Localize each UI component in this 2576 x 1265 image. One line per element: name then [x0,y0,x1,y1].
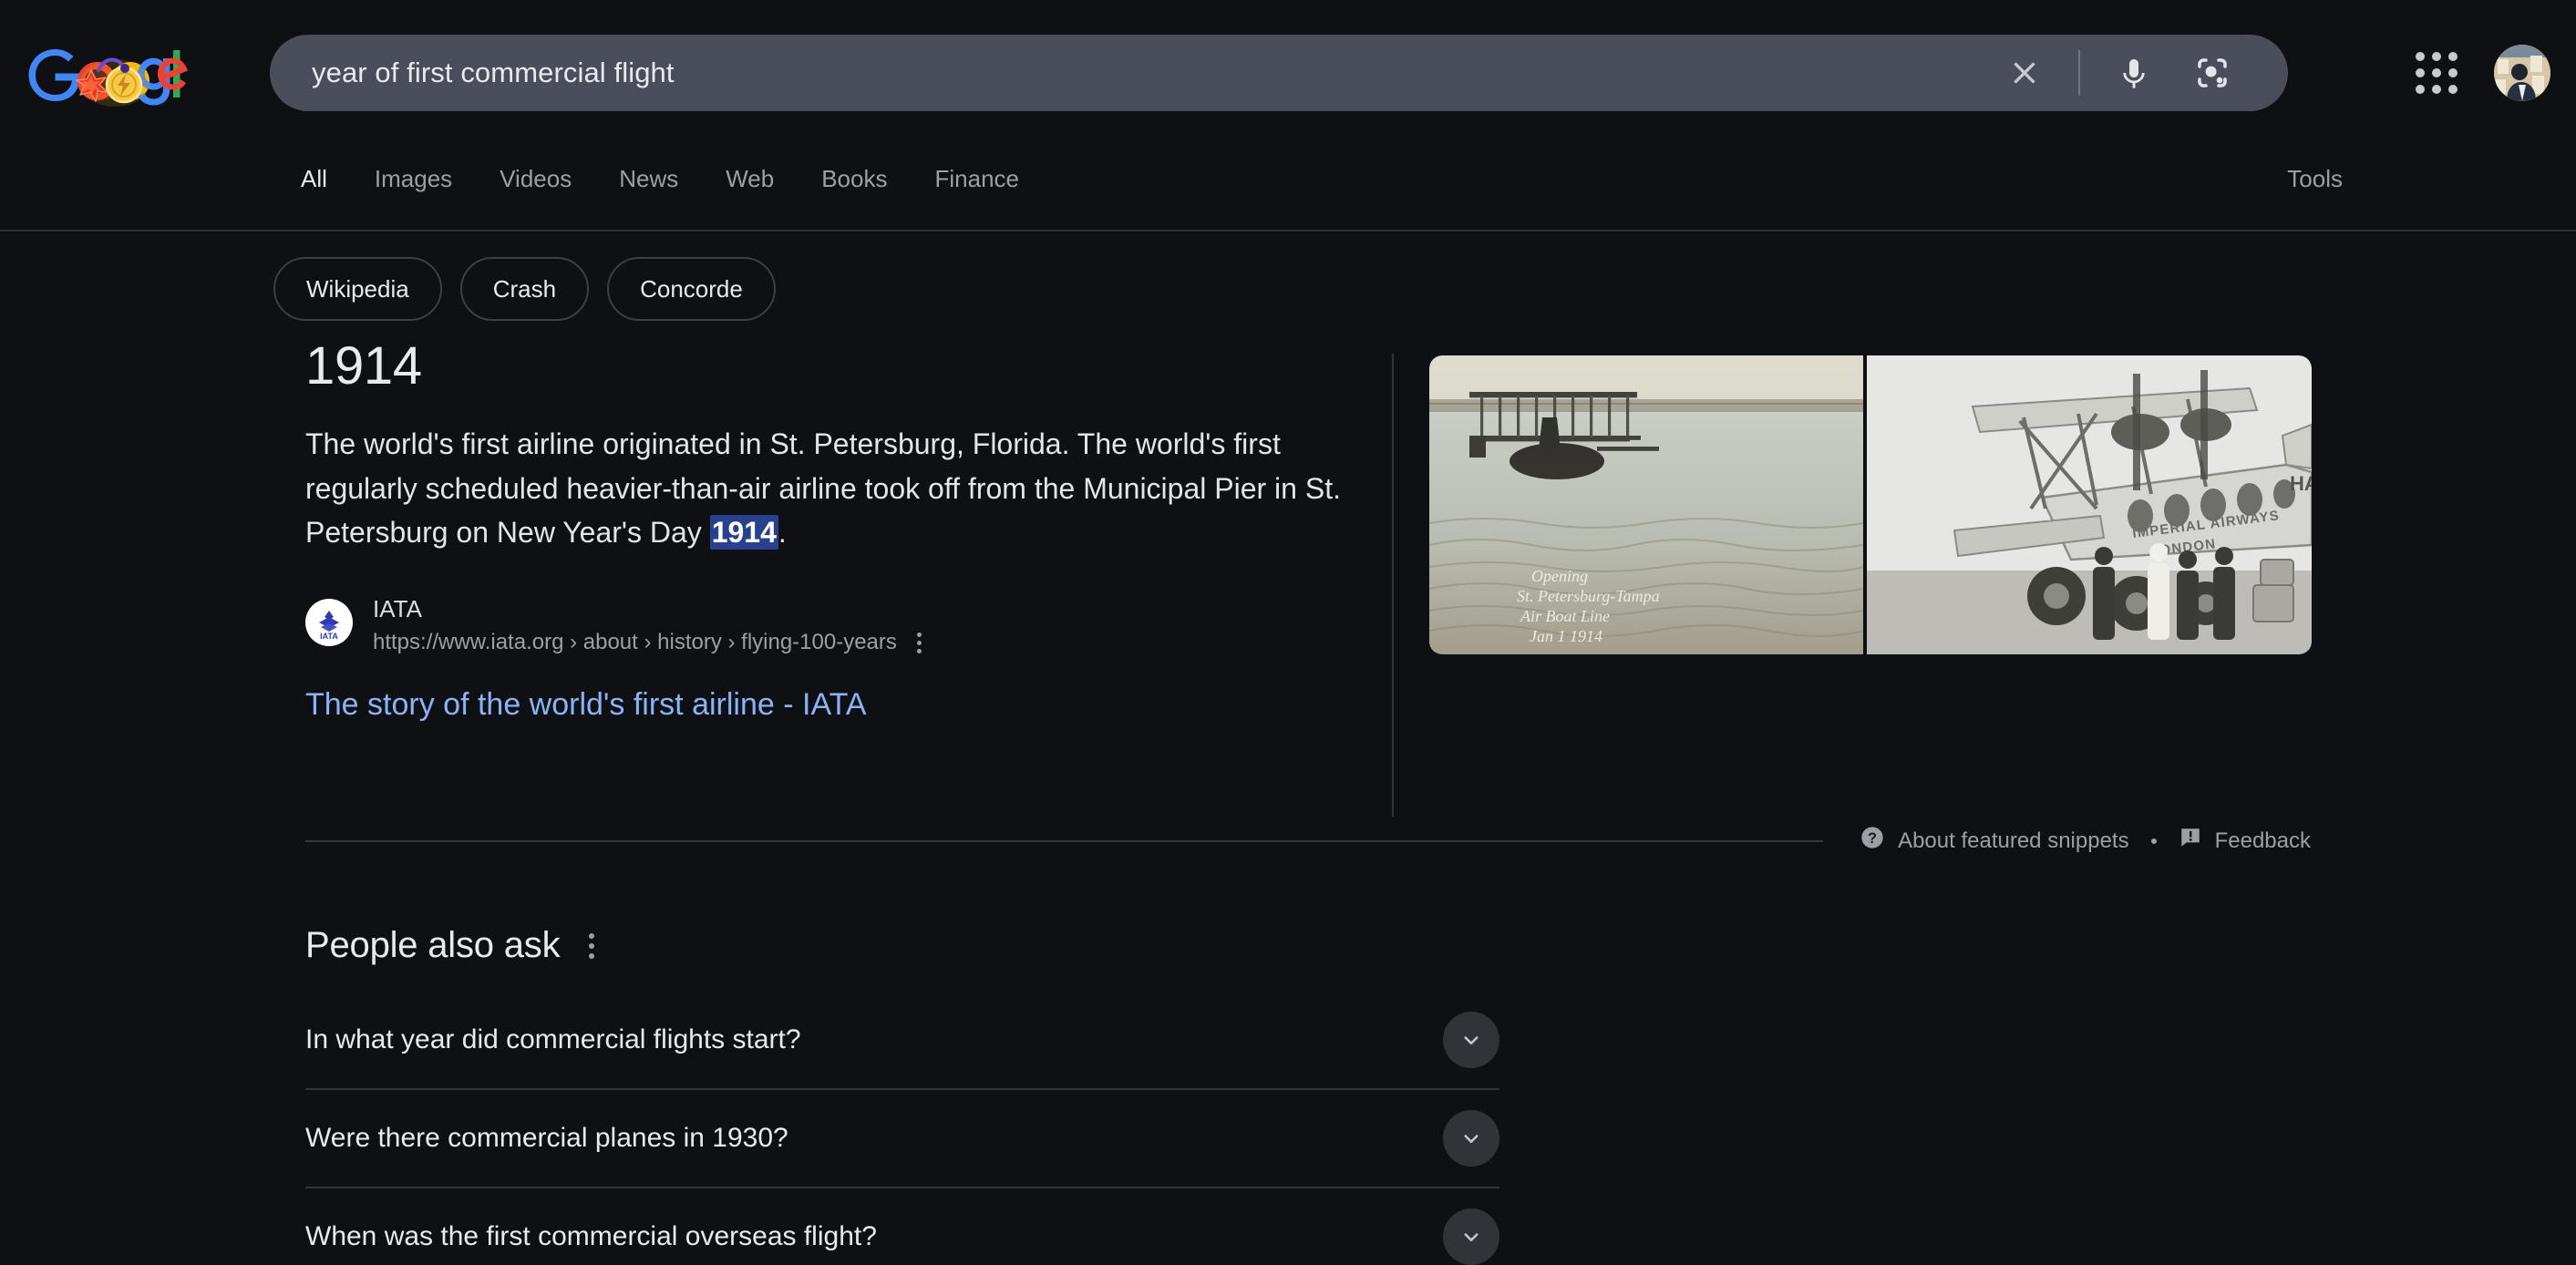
google-logo[interactable] [27,43,193,108]
chevron-down-icon[interactable] [1443,1110,1499,1167]
people-also-ask-list: In what year did commercial flights star… [305,992,1499,1265]
snippet-footer-links: ? About featured snippets Feedback [1823,825,2311,857]
paa-question-row[interactable]: When was the first commercial overseas f… [305,1187,1499,1265]
search-divider [2078,50,2080,96]
chip-wikipedia[interactable]: Wikipedia [273,257,442,321]
snippet-highlighted-term: 1914 [709,515,778,550]
search-results-page: All Images Videos News Web Books Finance… [0,0,2576,1265]
snippet-answer: 1914 [305,336,422,396]
source-url: https://www.iata.org › about › history ›… [373,630,897,655]
related-filter-chips: Wikipedia Crash Concorde [273,257,776,321]
people-also-ask-title: People also ask [305,925,561,965]
source-url-row: https://www.iata.org › about › history ›… [373,629,927,657]
svg-text:HA: HA [2290,472,2312,495]
source-name: IATA [373,594,422,622]
snippet-vertical-divider [1392,354,1394,817]
tab-web[interactable]: Web [702,146,798,211]
iata-favicon: IATA [305,598,353,646]
paa-question-label: When was the first commercial overseas f… [305,1221,877,1251]
snippet-image-seaplane[interactable]: Opening St. Petersburg-Tampa Air Boat Li… [1429,355,1863,654]
search-actions [1985,35,2288,111]
tab-books[interactable]: Books [798,146,911,211]
about-featured-snippets-label: About featured snippets [1898,828,2129,853]
featured-snippet-text: 1914 The world's first airline originate… [305,336,1363,725]
svg-text:Opening: Opening [1531,567,1588,585]
svg-text:St. Petersburg-Tampa: St. Petersburg-Tampa [1517,587,1660,605]
snippet-footer: ? About featured snippets Feedback [305,825,2311,857]
footer-dot-separator [2150,838,2157,844]
apps-grid-dots [2416,52,2458,94]
feedback-link[interactable]: Feedback [2179,826,2311,856]
paa-question-row[interactable]: In what year did commercial flights star… [305,992,1499,1088]
people-also-ask-header: People also ask [305,925,1499,966]
chevron-down-icon[interactable] [1443,1208,1499,1265]
tab-images[interactable]: Images [351,146,476,211]
snippet-source-meta: IATA https://www.iata.org › about › hist… [373,595,927,657]
svg-text:IATA: IATA [320,632,338,641]
voice-search-icon[interactable] [2095,35,2173,111]
about-featured-snippets-link[interactable]: ? About featured snippets [1860,825,2129,857]
clear-search-button[interactable] [1985,35,2064,111]
snippet-source: IATA IATA https://www.iata.org › about ›… [305,595,1363,657]
search-nav-bar: All Images Videos News Web Books Finance… [0,146,2576,231]
feedback-icon [2179,826,2202,856]
snippet-description-part1: The world's first airline originated in … [305,427,1341,550]
tab-finance[interactable]: Finance [911,146,1043,211]
snippet-images: Opening St. Petersburg-Tampa Air Boat Li… [1429,355,2312,654]
feedback-label: Feedback [2214,828,2311,853]
snippet-image-imperial-airways[interactable]: HA IMPERIAL AIRWAYS LONDON [1867,355,2312,654]
page-header [0,0,2576,146]
paa-question-label: In what year did commercial flights star… [305,1024,801,1054]
snippet-result-title-link[interactable]: The story of the world's first airline -… [305,684,1363,725]
snippet-description: The world's first airline originated in … [305,422,1363,555]
search-input[interactable] [310,56,1985,90]
chip-crash[interactable]: Crash [459,257,590,321]
svg-text:Jan 1 1914: Jan 1 1914 [1530,627,1602,645]
search-bar[interactable] [270,35,2288,111]
nav-tabs: All Images Videos News Web Books Finance [301,146,1043,211]
tab-all[interactable]: All [301,146,351,211]
chip-concorde[interactable]: Concorde [607,257,776,321]
paa-question-row[interactable]: Were there commercial planes in 1930? [305,1088,1499,1187]
snippet-description-part2: . [778,516,787,550]
search-input-wrapper [270,56,1985,90]
header-right-cluster [2403,35,2550,111]
tab-news[interactable]: News [595,146,702,211]
paa-question-label: Were there commercial planes in 1930? [305,1123,788,1153]
lens-search-icon[interactable] [2173,35,2251,111]
people-also-ask-kebab-icon[interactable] [583,930,600,962]
google-apps-icon[interactable] [2403,39,2470,107]
chevron-down-icon[interactable] [1443,1012,1499,1068]
people-also-ask: People also ask In what year did commerc… [305,925,1499,1265]
svg-text:?: ? [1868,830,1877,847]
result-options-kebab-icon[interactable] [912,629,927,657]
tab-videos[interactable]: Videos [476,146,595,211]
snippet-footer-rule [305,839,1824,842]
avatar[interactable] [2494,45,2550,101]
help-circle-icon: ? [1860,825,1885,857]
tools-button[interactable]: Tools [2287,146,2343,211]
svg-text:Air Boat Line: Air Boat Line [1520,607,1610,625]
